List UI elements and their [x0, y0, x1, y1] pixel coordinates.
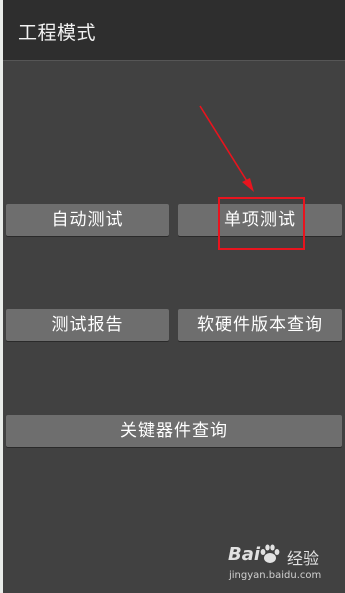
baidu-jingyan-watermark: Bai 经验 jingyan.baidu.com [225, 540, 340, 590]
highlight-box [218, 197, 305, 250]
watermark-url: jingyan.baidu.com [229, 570, 322, 581]
baidu-paw-icon [260, 544, 280, 563]
hw-sw-version-query-button[interactable]: 软硬件版本查询 [178, 309, 342, 341]
watermark-product: 经验 [287, 549, 320, 568]
test-report-button[interactable]: 测试报告 [6, 309, 169, 341]
auto-test-button[interactable]: 自动测试 [6, 204, 169, 236]
engineering-mode-screen [3, 0, 345, 593]
page-title: 工程模式 [18, 22, 97, 44]
arrow-annotation-icon [199, 105, 254, 192]
title-bar: 工程模式 [3, 0, 345, 61]
key-device-query-button[interactable]: 关键器件查询 [6, 415, 342, 447]
watermark-brand: Bai [228, 544, 261, 565]
